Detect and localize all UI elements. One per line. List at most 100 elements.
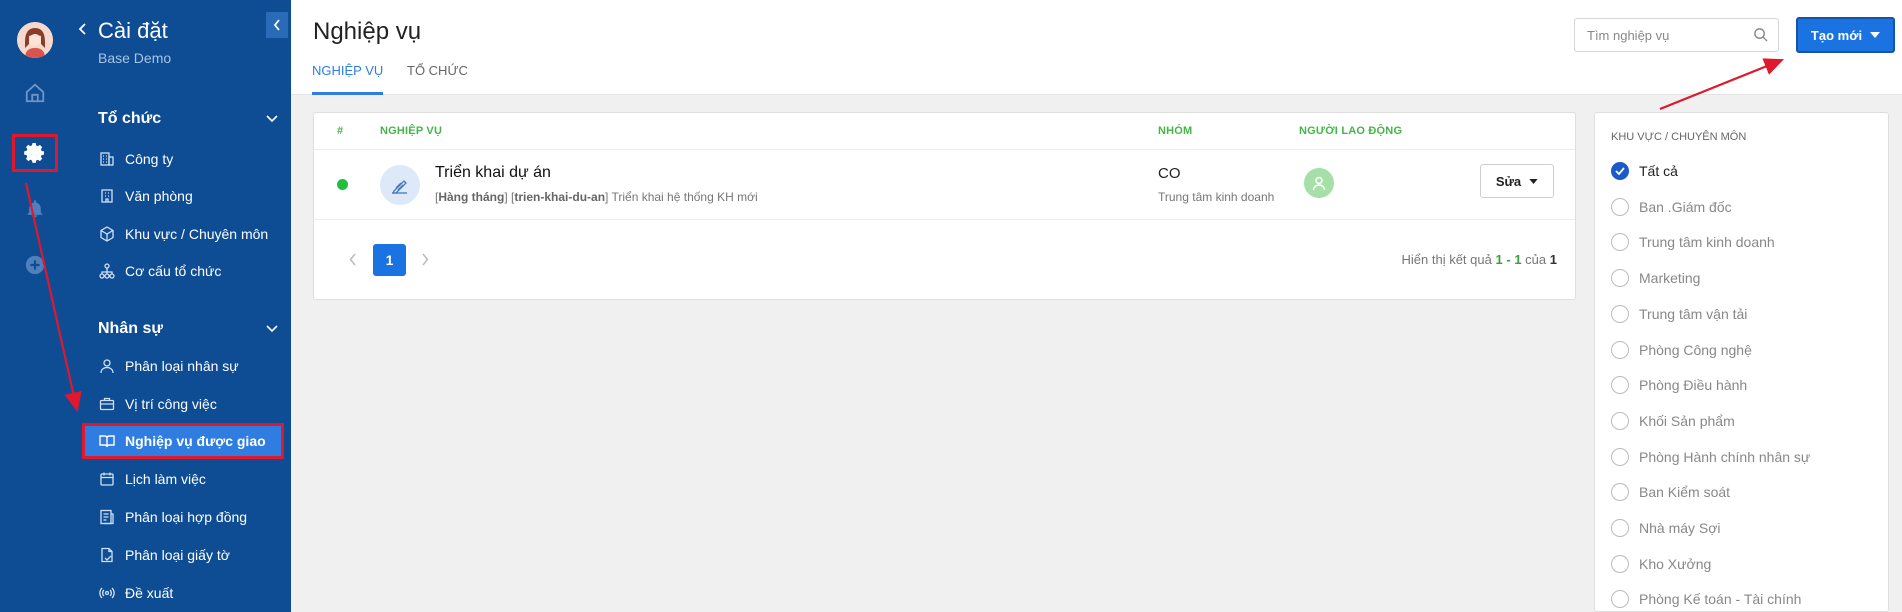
caret-down-icon bbox=[1870, 32, 1881, 38]
filter-option[interactable]: Phòng Điều hành bbox=[1611, 374, 1747, 396]
next-page-icon[interactable] bbox=[421, 253, 429, 271]
caret-down-icon bbox=[1529, 178, 1538, 184]
section-nhan-su[interactable]: Nhân sự bbox=[98, 320, 278, 338]
filter-option[interactable]: Phòng Hành chính nhân sự bbox=[1611, 446, 1810, 468]
sidebar-item-giay-to[interactable]: Phân loại giấy tờ bbox=[98, 543, 278, 567]
sidebar-item-cong-ty[interactable]: Công ty bbox=[98, 147, 278, 171]
pagination-total: 1 bbox=[1549, 252, 1557, 267]
sidebar-item-label: Nghiệp vụ được giao bbox=[125, 433, 266, 449]
filter-option[interactable]: Marketing bbox=[1611, 267, 1700, 289]
document-icon bbox=[98, 546, 116, 564]
filter-option-label: Ban Kiểm soát bbox=[1639, 484, 1731, 501]
filter-option[interactable]: Nhà máy Sợi bbox=[1611, 517, 1721, 539]
office-icon bbox=[98, 187, 116, 205]
radio-unchecked-icon[interactable] bbox=[1611, 590, 1629, 609]
tab-nghiep-vu[interactable]: NGHIỆP VỤ bbox=[312, 63, 384, 95]
radio-checked-icon[interactable] bbox=[1611, 162, 1629, 180]
filter-option-label: Phòng Hành chính nhân sự bbox=[1639, 448, 1811, 465]
pagination-info: Hiển thị kết quả 1 - 1 của 1 bbox=[1402, 252, 1557, 267]
add-circle-icon[interactable] bbox=[20, 250, 50, 280]
filter-option-label: Nhà máy Sợi bbox=[1639, 520, 1721, 536]
section-label: Nhân sự bbox=[98, 320, 163, 337]
page-1-button[interactable]: 1 bbox=[373, 244, 406, 276]
sidebar-item-label: Phân loại hợp đồng bbox=[125, 509, 248, 525]
worker-avatar-icon[interactable] bbox=[1304, 168, 1334, 198]
task-description: [Hàng tháng] [trien-khai-du-an] Triển kh… bbox=[435, 190, 758, 204]
filter-option[interactable]: Phòng Công nghệ bbox=[1611, 339, 1752, 361]
task-edit-icon bbox=[380, 165, 420, 205]
radio-unchecked-icon[interactable] bbox=[1611, 447, 1629, 466]
pagination-prefix: Hiển thị kết quả bbox=[1401, 252, 1492, 267]
sidebar-item-label: Phân loại nhân sự bbox=[125, 358, 239, 374]
filter-panel: KHU VỰC / CHUYÊN MÔN Tất cả Ban .Giám đốc… bbox=[1594, 112, 1889, 612]
radio-unchecked-icon[interactable] bbox=[1611, 376, 1629, 395]
sidebar-item-label: Văn phòng bbox=[125, 188, 193, 204]
user-avatar[interactable] bbox=[17, 22, 53, 58]
filter-option[interactable]: Khối Sản phẩm bbox=[1611, 410, 1735, 432]
settings-icon[interactable] bbox=[12, 134, 58, 172]
radio-unchecked-icon[interactable] bbox=[1611, 554, 1629, 573]
filter-title: KHU VỰC / CHUYÊN MÔN bbox=[1611, 131, 1747, 143]
sidebar-item-label: Vị trí công việc bbox=[125, 396, 217, 412]
task-name[interactable]: Triển khai dự án bbox=[435, 164, 551, 182]
filter-option-label: Phòng Điều hành bbox=[1639, 377, 1748, 394]
filter-option[interactable]: Ban Kiểm soát bbox=[1611, 481, 1730, 503]
bell-icon[interactable] bbox=[20, 194, 50, 224]
radio-unchecked-icon[interactable] bbox=[1611, 304, 1629, 323]
filter-option[interactable]: Phòng Kế toán - Tài chính bbox=[1611, 588, 1801, 610]
search-icon[interactable] bbox=[1753, 27, 1768, 47]
filter-option[interactable]: Trung tâm kinh doanh bbox=[1611, 231, 1775, 253]
org-chart-icon bbox=[98, 262, 116, 280]
create-new-button[interactable]: Tạo mới bbox=[1796, 17, 1895, 53]
group-name: CO bbox=[1158, 165, 1181, 182]
radio-unchecked-icon[interactable] bbox=[1611, 411, 1629, 430]
sidebar-item-phan-loai-nhan-su[interactable]: Phân loại nhân sự bbox=[98, 354, 278, 378]
filter-option[interactable]: Ban .Giám đốc bbox=[1611, 196, 1732, 218]
back-chevron-icon[interactable] bbox=[76, 22, 88, 41]
filter-option[interactable]: Trung tâm vận tải bbox=[1611, 303, 1747, 325]
home-icon[interactable] bbox=[20, 78, 50, 108]
section-to-chuc[interactable]: Tổ chức bbox=[98, 110, 278, 128]
collapse-sidebar-button[interactable] bbox=[266, 12, 288, 38]
task-frequency: Hàng tháng bbox=[438, 190, 505, 204]
filter-option[interactable]: Kho Xưởng bbox=[1611, 553, 1711, 575]
radio-unchecked-icon[interactable] bbox=[1611, 519, 1629, 537]
filter-option-label: Khối Sản phẩm bbox=[1639, 412, 1735, 429]
sidebar-subtitle: Base Demo bbox=[98, 50, 172, 66]
contract-icon bbox=[98, 508, 116, 526]
prev-page-icon[interactable] bbox=[349, 253, 357, 271]
sidebar-item-vi-tri[interactable]: Vị trí công việc bbox=[98, 392, 278, 416]
column-header-task: NGHIỆP VỤ bbox=[380, 125, 443, 137]
icon-rail bbox=[0, 0, 70, 612]
sidebar-item-lich-lam-viec[interactable]: Lịch làm việc bbox=[98, 467, 278, 491]
radio-unchecked-icon[interactable] bbox=[1611, 340, 1629, 359]
task-desc-text: Triển khai hệ thống KH mới bbox=[611, 190, 758, 204]
edit-label: Sửa bbox=[1495, 173, 1522, 189]
divider bbox=[314, 219, 1575, 220]
sidebar-item-co-cau[interactable]: Cơ cấu tổ chức bbox=[98, 259, 278, 283]
book-icon bbox=[98, 432, 116, 450]
page-title: Nghiệp vụ bbox=[313, 18, 422, 45]
section-label: Tổ chức bbox=[98, 110, 162, 127]
sidebar-item-khu-vuc[interactable]: Khu vực / Chuyên môn bbox=[98, 222, 278, 246]
search-input[interactable] bbox=[1574, 18, 1779, 52]
radio-unchecked-icon[interactable] bbox=[1611, 269, 1629, 288]
radio-unchecked-icon[interactable] bbox=[1611, 483, 1629, 502]
sidebar-item-label: Lịch làm việc bbox=[125, 471, 206, 487]
sidebar-item-van-phong[interactable]: Văn phòng bbox=[98, 184, 278, 208]
page-header: Nghiệp vụ NGHIỆP VỤ TỔ CHỨC Tạo mới bbox=[291, 0, 1902, 95]
sidebar-item-nghiep-vu[interactable]: Nghiệp vụ được giao bbox=[82, 423, 284, 459]
pagination-from: 1 bbox=[1495, 252, 1503, 267]
filter-option[interactable]: Tất cả bbox=[1611, 160, 1678, 182]
radio-unchecked-icon[interactable] bbox=[1611, 233, 1629, 252]
filter-option-label: Phòng Kế toán - Tài chính bbox=[1639, 591, 1802, 608]
tab-to-chuc[interactable]: TỔ CHỨC bbox=[407, 63, 468, 95]
column-header-group: NHÓM bbox=[1158, 125, 1193, 137]
edit-button[interactable]: Sửa bbox=[1480, 164, 1554, 198]
radio-unchecked-icon[interactable] bbox=[1611, 197, 1629, 216]
building-icon bbox=[98, 150, 116, 168]
filter-option-label: Trung tâm vận tải bbox=[1639, 305, 1748, 322]
sidebar-item-hop-dong[interactable]: Phân loại hợp đồng bbox=[98, 505, 278, 529]
filter-option-label: Tất cả bbox=[1639, 163, 1678, 179]
sidebar-item-de-xuat[interactable]: Đề xuất bbox=[98, 581, 278, 605]
